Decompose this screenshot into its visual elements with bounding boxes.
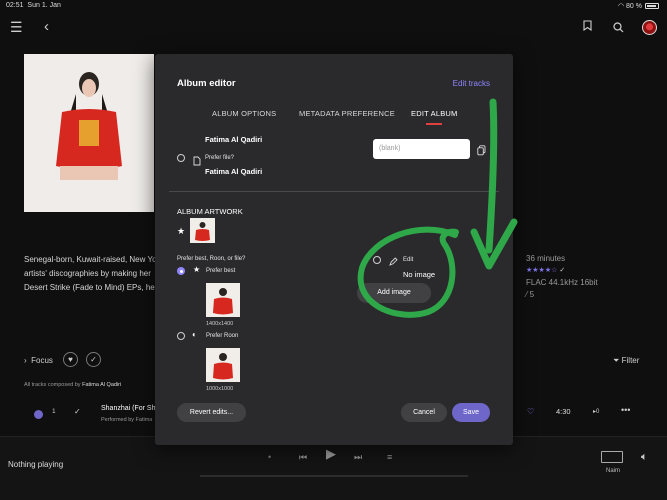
focus-button[interactable]: › Focus: [24, 354, 53, 368]
roon-icon: ◐: [192, 330, 197, 339]
seek-bar[interactable]: [200, 475, 468, 477]
search-icon[interactable]: [613, 20, 624, 36]
best-artwork-size: 1400x1400: [206, 321, 234, 327]
focus-label: Focus: [31, 356, 53, 365]
artist-input[interactable]: (blank): [373, 139, 470, 159]
roon-artwork-size: 1000x1000: [206, 386, 234, 392]
album-format: FLAC 44.1kHz 16bit: [526, 278, 598, 287]
performer-name: Fatima: [135, 417, 153, 423]
composer-name[interactable]: Fatima Al Qadiri: [82, 382, 121, 388]
track-check-icon[interactable]: ✓: [74, 405, 81, 419]
edit-label: Edit: [403, 257, 414, 263]
best-star-icon: ★: [193, 265, 201, 274]
wifi-icon: ◠: [617, 3, 625, 10]
revert-edits-button[interactable]: Revert edits...: [177, 403, 246, 422]
prefer-file-label: Prefer file?: [205, 155, 235, 161]
pencil-icon: [389, 253, 398, 271]
active-tab-indicator: [426, 123, 442, 125]
track-heart-icon[interactable]: ♡: [527, 405, 534, 419]
tab-metadata-preference[interactable]: METADATA PREFERENCE: [299, 109, 395, 118]
previous-icon[interactable]: ⏮: [299, 450, 307, 464]
zone-device-icon[interactable]: [601, 451, 623, 463]
filter-icon: ⏷: [613, 356, 620, 365]
status-date: Sun 1. Jan: [27, 2, 61, 9]
checkmark-icon[interactable]: ✓: [86, 352, 101, 367]
prefer-file-radio[interactable]: [177, 154, 185, 162]
artist-name-current: Fatima Al Qadiri: [205, 135, 263, 144]
volume-icon[interactable]: 🔈︎: [641, 450, 648, 464]
play-icon[interactable]: ▶: [326, 447, 336, 461]
next-icon[interactable]: ⏭: [354, 450, 362, 464]
edit-tracks-link[interactable]: Edit tracks: [453, 79, 490, 88]
bio-line-3: Desert Strike (Fade to Mind) EPs, he: [24, 283, 155, 292]
tab-edit-album[interactable]: EDIT ALBUM: [411, 109, 457, 118]
artist-name-file: Fatima Al Qadiri: [205, 167, 263, 176]
bio-line-2: artists' discographies by making her: [24, 269, 151, 278]
best-artwork-thumbnail[interactable]: [206, 283, 240, 317]
heart-icon[interactable]: ♥: [63, 352, 78, 367]
avatar[interactable]: [642, 20, 657, 35]
album-bio: Senegal-born, Kuwait-raised, New Yo arti…: [24, 253, 157, 295]
prefer-best-label: Prefer best: [206, 268, 236, 274]
roon-artwork-thumbnail[interactable]: [206, 348, 240, 382]
composed-prefix: All tracks composed by: [24, 382, 81, 388]
track-performer: Performed by Fatima: [101, 413, 152, 427]
now-playing: Nothing playing: [8, 460, 64, 469]
no-image-label: No image: [403, 270, 436, 279]
star-icon: ★: [177, 226, 186, 236]
bookmark-icon[interactable]: [583, 20, 592, 34]
file-icon: [193, 153, 201, 171]
prefer-roon-label: Prefer Roon: [206, 333, 239, 339]
prefer-roon-radio[interactable]: [177, 332, 185, 340]
status-bar: 02:51 Sun 1. Jan ◠ 80 %: [0, 0, 667, 12]
album-cover[interactable]: [24, 54, 154, 212]
save-button[interactable]: Save: [452, 403, 490, 422]
status-time-date: 02:51 Sun 1. Jan: [6, 2, 61, 9]
copy-icon[interactable]: [477, 143, 486, 161]
status-time: 02:51: [6, 2, 24, 9]
status-right: ◠ 80 %: [618, 2, 659, 10]
track-more-icon[interactable]: •••: [621, 403, 630, 417]
dialog-title: Album editor: [177, 78, 236, 89]
cancel-button[interactable]: Cancel: [401, 403, 447, 422]
performed-prefix: Performed by: [101, 417, 135, 423]
add-image-button[interactable]: Add image: [357, 283, 431, 303]
track-play-icon[interactable]: [34, 410, 43, 419]
queue-icon[interactable]: ≡: [387, 450, 392, 464]
selected-artwork-thumbnail[interactable]: [190, 218, 215, 243]
album-extra: ⁄ 5: [526, 290, 535, 299]
tab-album-options[interactable]: ALBUM OPTIONS: [212, 109, 276, 118]
artwork-heading: ALBUM ARTWORK: [177, 207, 243, 216]
battery-percent: 80 %: [626, 3, 642, 10]
filter-label: Filter: [621, 356, 640, 365]
prefer-best-radio[interactable]: [177, 267, 185, 275]
shuffle-dot-icon[interactable]: •: [268, 450, 271, 464]
track-radio-icon[interactable]: ▸0: [593, 405, 599, 419]
album-extra-value: 5: [529, 290, 535, 299]
filter-button[interactable]: ⏷ Filter: [613, 354, 639, 368]
track-number: 1: [52, 408, 56, 415]
hamburger-menu-icon[interactable]: ☰: [10, 19, 23, 36]
section-divider: [169, 191, 499, 192]
track-duration: 4:30: [556, 407, 571, 416]
battery-icon: [645, 3, 659, 9]
prefer-question: Prefer best, Roon, or file?: [177, 256, 246, 262]
composer-line: All tracks composed by Fatima Al Qadiri: [24, 378, 121, 392]
bio-line-1: Senegal-born, Kuwait-raised, New Yo: [24, 255, 157, 264]
back-chevron-icon[interactable]: ‹: [44, 18, 49, 35]
edit-artwork-radio[interactable]: [373, 256, 381, 264]
album-editor-dialog: Album editor Edit tracks ALBUM OPTIONS M…: [155, 54, 513, 445]
zone-name[interactable]: Naim: [606, 464, 620, 478]
